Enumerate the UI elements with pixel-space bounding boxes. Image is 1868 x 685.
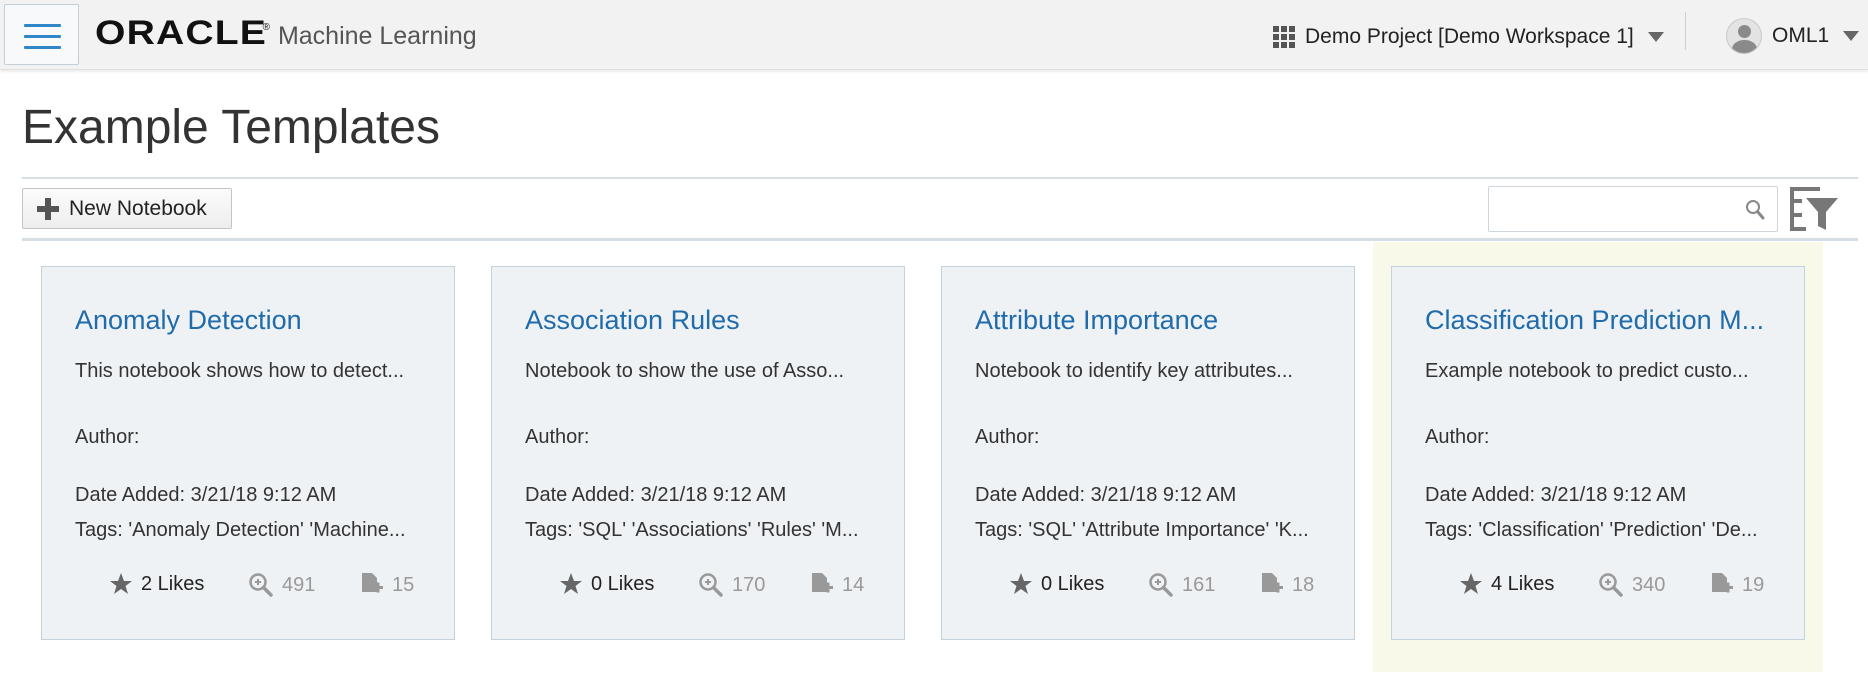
card-stats: 2 Likes 491 15 <box>42 572 456 602</box>
views-count: 340 <box>1632 573 1666 596</box>
chevron-down-icon <box>1647 32 1664 42</box>
copy-document-icon <box>362 573 383 593</box>
filter-icon[interactable] <box>1788 184 1840 234</box>
logo-brand: ORACLE <box>95 14 267 52</box>
card-stats: 4 Likes 340 19 <box>1392 572 1806 602</box>
star-icon <box>560 573 582 594</box>
magnifier-icon <box>699 573 723 597</box>
star-icon <box>1460 573 1482 594</box>
notebook-card[interactable]: Anomaly Detection This notebook shows ho… <box>41 266 455 640</box>
card-stats: 0 Likes 161 18 <box>942 572 1356 602</box>
star-icon <box>110 573 132 594</box>
app-header: ORACLE ® Machine Learning Demo Project [… <box>0 0 1868 70</box>
views-stat: 161 <box>1148 572 1215 598</box>
views-stat: 340 <box>1598 572 1665 598</box>
user-name: OML1 <box>1772 24 1830 47</box>
avatar <box>1726 18 1762 54</box>
hamburger-menu-icon[interactable] <box>4 4 79 65</box>
copies-count: 14 <box>842 573 865 596</box>
header-divider <box>1685 12 1686 50</box>
copy-document-icon <box>1712 573 1733 593</box>
likes-count: 4 Likes <box>1491 572 1555 595</box>
card-date-added: Date Added: 3/21/18 9:12 AM <box>975 484 1237 506</box>
notebook-card[interactable]: Association Rules Notebook to show the u… <box>491 266 905 640</box>
views-stat: 170 <box>698 572 765 598</box>
likes-count: 0 Likes <box>1041 572 1105 595</box>
card-tags: Tags: 'Classification' 'Prediction' 'De.… <box>1425 519 1758 541</box>
views-count: 161 <box>1182 573 1216 596</box>
magnifier-icon <box>249 573 273 597</box>
copies-stat: 14 <box>810 572 864 598</box>
copies-stat: 18 <box>1260 572 1314 598</box>
search-icon[interactable] <box>1745 199 1765 221</box>
copies-stat: 15 <box>360 572 414 598</box>
copies-count: 18 <box>1292 573 1315 596</box>
notebook-card[interactable]: Classification Prediction M... Example n… <box>1391 266 1805 640</box>
chevron-down-icon <box>1843 31 1860 41</box>
card-title[interactable]: Anomaly Detection <box>75 305 425 336</box>
views-count: 170 <box>732 573 766 596</box>
card-date-added: Date Added: 3/21/18 9:12 AM <box>525 484 787 506</box>
oracle-logo: ORACLE ® Machine Learning <box>95 14 477 54</box>
new-notebook-button[interactable]: New Notebook <box>22 188 232 229</box>
card-author: Author: <box>975 426 1040 448</box>
likes-button[interactable]: 0 Likes <box>559 572 654 596</box>
card-title[interactable]: Classification Prediction M... <box>1425 305 1775 336</box>
card-description: This notebook shows how to detect... <box>75 360 405 382</box>
card-title[interactable]: Attribute Importance <box>975 305 1325 336</box>
card-tags: Tags: 'SQL' 'Associations' 'Rules' 'M... <box>525 519 859 541</box>
copies-count: 19 <box>1742 573 1765 596</box>
card-author: Author: <box>525 426 590 448</box>
card-stats: 0 Likes 170 14 <box>492 572 906 602</box>
card-title[interactable]: Association Rules <box>525 305 875 336</box>
new-notebook-label: New Notebook <box>69 196 207 220</box>
card-tags: Tags: 'SQL' 'Attribute Importance' 'K... <box>975 519 1309 541</box>
search-input[interactable] <box>1497 187 1737 229</box>
likes-button[interactable]: 2 Likes <box>109 572 204 596</box>
grid-icon <box>1273 26 1295 48</box>
copies-stat: 19 <box>1710 572 1764 598</box>
registered-mark: ® <box>262 22 270 33</box>
divider <box>22 238 1858 241</box>
workspace-selector[interactable]: Demo Project [Demo Workspace 1] <box>1273 20 1664 54</box>
copies-count: 15 <box>392 573 415 596</box>
likes-button[interactable]: 0 Likes <box>1009 572 1104 596</box>
product-name: Machine Learning <box>277 22 477 50</box>
likes-count: 0 Likes <box>591 572 655 595</box>
copy-document-icon <box>812 573 833 593</box>
divider <box>22 177 1858 179</box>
card-description: Example notebook to predict custo... <box>1425 360 1749 382</box>
card-description: Notebook to show the use of Asso... <box>525 360 845 382</box>
search-field[interactable] <box>1488 186 1778 232</box>
workspace-label: Demo Project [Demo Workspace 1] <box>1305 25 1634 48</box>
copy-document-icon <box>1262 573 1283 593</box>
plus-icon <box>37 197 59 220</box>
card-description: Notebook to identify key attributes... <box>975 360 1293 382</box>
card-date-added: Date Added: 3/21/18 9:12 AM <box>75 484 337 506</box>
user-menu[interactable]: OML1 <box>1726 16 1860 56</box>
card-author: Author: <box>1425 426 1490 448</box>
notebook-card[interactable]: Attribute Importance Notebook to identif… <box>941 266 1355 640</box>
likes-count: 2 Likes <box>141 572 205 595</box>
magnifier-icon <box>1599 573 1623 597</box>
page-title: Example Templates <box>22 101 440 154</box>
likes-button[interactable]: 4 Likes <box>1459 572 1554 596</box>
star-icon <box>1010 573 1032 594</box>
card-tags: Tags: 'Anomaly Detection' 'Machine... <box>75 519 406 541</box>
views-stat: 491 <box>248 572 315 598</box>
card-date-added: Date Added: 3/21/18 9:12 AM <box>1425 484 1687 506</box>
card-author: Author: <box>75 426 140 448</box>
views-count: 491 <box>282 573 316 596</box>
magnifier-icon <box>1149 573 1173 597</box>
